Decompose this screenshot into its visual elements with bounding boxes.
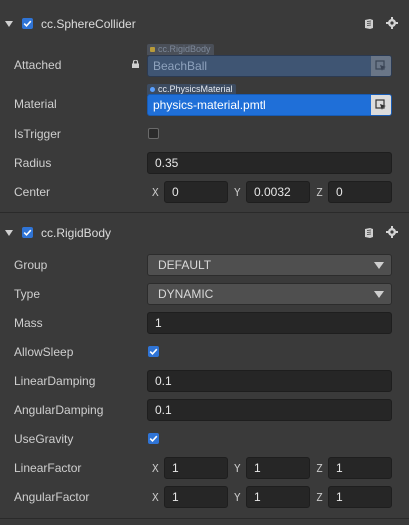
type-select[interactable]: DYNAMIC xyxy=(147,283,392,305)
asset-tag-icon xyxy=(150,87,155,93)
center-x-input[interactable]: 0 xyxy=(164,181,228,203)
use-gravity-checkbox[interactable] xyxy=(148,433,159,444)
attached-label: Attached xyxy=(14,58,62,72)
material-label: Material xyxy=(14,97,57,111)
bottom-divider xyxy=(0,518,409,519)
collapse-triangle-icon[interactable] xyxy=(5,230,13,236)
component-header-sphere-collider[interactable]: cc.SphereCollider xyxy=(0,10,409,38)
book-icon[interactable] xyxy=(363,227,375,239)
angular-factor-y-axis-label: Y xyxy=(234,491,241,504)
linear-factor-x-axis-label: X xyxy=(152,462,159,475)
component-tag-icon xyxy=(150,47,155,53)
component-title: cc.RigidBody xyxy=(41,226,112,240)
group-value: DEFAULT xyxy=(158,258,212,272)
angular-factor-x-axis-label: X xyxy=(152,491,159,504)
is-trigger-checkbox[interactable] xyxy=(148,128,159,139)
section-divider xyxy=(0,212,409,213)
angular-factor-z-axis-label: Z xyxy=(316,491,323,504)
lock-icon xyxy=(132,60,139,68)
linear-damping-label: LinearDamping xyxy=(14,374,96,388)
angular-factor-x-input[interactable]: 1 xyxy=(164,486,228,508)
material-value: physics-material.pmtl xyxy=(153,98,266,112)
component-enabled-checkbox[interactable] xyxy=(22,227,33,238)
linear-factor-x-input[interactable]: 1 xyxy=(164,457,228,479)
material-asset-field[interactable]: physics-material.pmtl xyxy=(147,94,392,116)
center-z-input[interactable]: 0 xyxy=(328,181,392,203)
attached-field: BeachBall xyxy=(147,55,392,77)
asset-pick-icon[interactable] xyxy=(371,95,391,115)
linear-factor-z-axis-label: Z xyxy=(316,462,323,475)
collapse-triangle-icon[interactable] xyxy=(5,21,13,27)
angular-factor-label: AngularFactor xyxy=(14,490,90,504)
gear-icon[interactable] xyxy=(386,17,398,29)
group-select[interactable]: DEFAULT xyxy=(147,254,392,276)
asset-pick-icon xyxy=(371,56,391,76)
asset-type-tag: cc.RigidBody xyxy=(147,44,214,55)
linear-factor-z-input[interactable]: 1 xyxy=(328,457,392,479)
component-header-rigid-body[interactable]: cc.RigidBody xyxy=(0,219,409,247)
linear-factor-y-input[interactable]: 1 xyxy=(246,457,310,479)
center-x-axis-label: X xyxy=(152,186,159,199)
component-title: cc.SphereCollider xyxy=(41,17,136,31)
center-y-axis-label: Y xyxy=(234,186,241,199)
book-icon[interactable] xyxy=(363,18,375,30)
angular-damping-input[interactable]: 0.1 xyxy=(147,399,392,421)
angular-damping-label: AngularDamping xyxy=(14,403,104,417)
is-trigger-label: IsTrigger xyxy=(14,127,61,141)
type-value: DYNAMIC xyxy=(158,287,214,301)
linear-factor-label: LinearFactor xyxy=(14,461,82,475)
radius-input[interactable]: 0.35 xyxy=(147,152,392,174)
chevron-down-icon xyxy=(374,262,384,269)
center-y-input[interactable]: 0.0032 xyxy=(246,181,310,203)
linear-damping-input[interactable]: 0.1 xyxy=(147,370,392,392)
mass-input[interactable]: 1 xyxy=(147,312,392,334)
gear-icon[interactable] xyxy=(386,226,398,238)
component-enabled-checkbox[interactable] xyxy=(22,18,33,29)
type-label: Type xyxy=(14,287,41,301)
chevron-down-icon xyxy=(374,291,384,298)
angular-factor-z-input[interactable]: 1 xyxy=(328,486,392,508)
linear-factor-y-axis-label: Y xyxy=(234,462,241,475)
mass-label: Mass xyxy=(14,316,43,330)
center-label: Center xyxy=(14,185,51,199)
attached-value: BeachBall xyxy=(153,59,208,73)
allow-sleep-checkbox[interactable] xyxy=(148,346,159,357)
center-z-axis-label: Z xyxy=(316,186,323,199)
radius-label: Radius xyxy=(14,156,52,170)
allow-sleep-label: AllowSleep xyxy=(14,345,74,359)
angular-factor-y-input[interactable]: 1 xyxy=(246,486,310,508)
use-gravity-label: UseGravity xyxy=(14,432,74,446)
group-label: Group xyxy=(14,258,48,272)
